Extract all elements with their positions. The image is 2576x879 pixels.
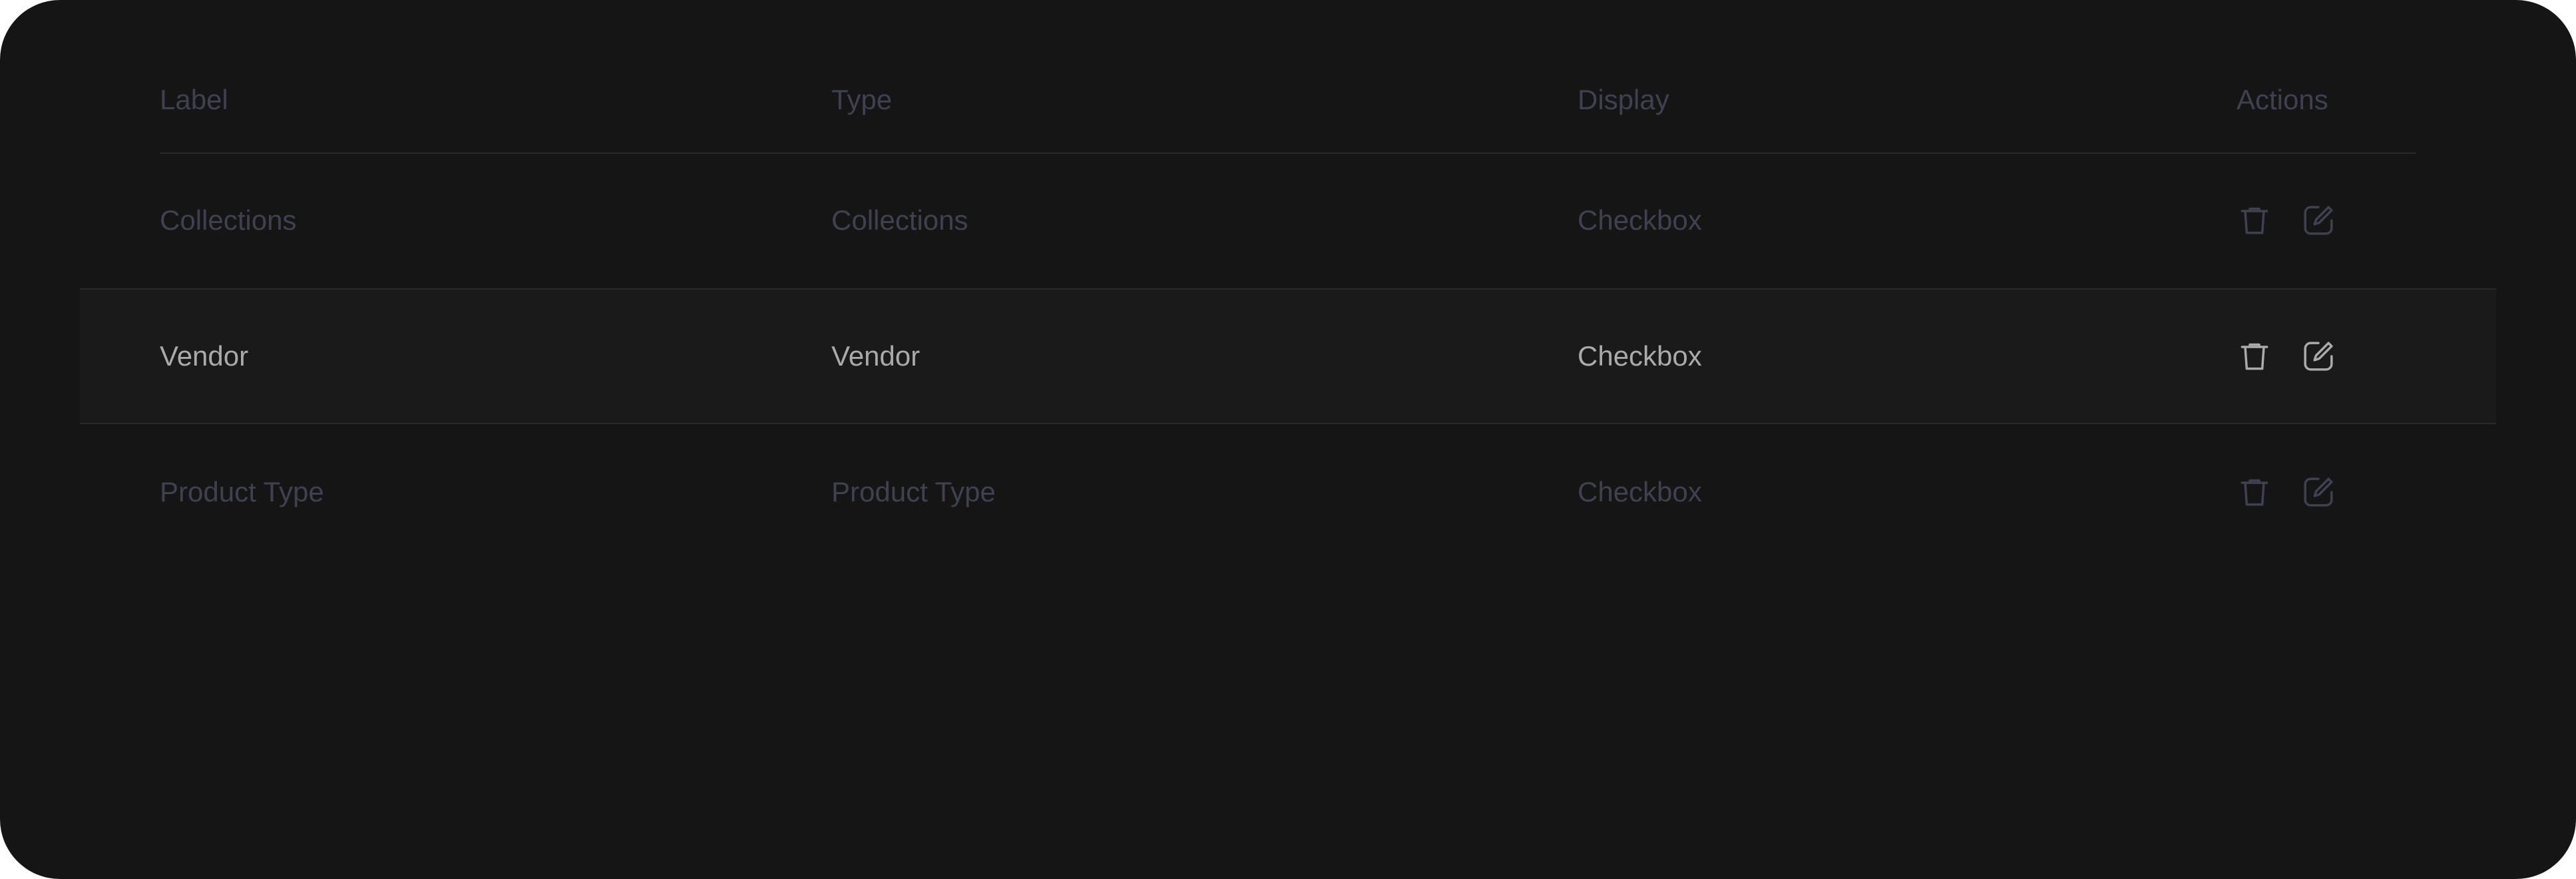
delete-button[interactable]: [2236, 473, 2273, 511]
table-row[interactable]: Product Type Product Type Checkbox: [80, 424, 2496, 560]
edit-button[interactable]: [2300, 338, 2337, 375]
edit-button[interactable]: [2300, 202, 2337, 239]
delete-button[interactable]: [2236, 202, 2273, 239]
edit-icon: [2304, 342, 2333, 371]
trash-icon: [2241, 343, 2268, 370]
row-type: Product Type: [831, 476, 996, 507]
table-row[interactable]: Collections Collections Checkbox: [80, 152, 2496, 288]
edit-icon: [2304, 477, 2333, 507]
column-header-type: Type: [831, 84, 893, 115]
row-actions: [2236, 338, 2337, 375]
row-actions: [2236, 202, 2337, 239]
fields-table-panel: Label Type Display Actions Collections C…: [0, 0, 2576, 879]
row-label: Vendor: [160, 340, 249, 372]
edit-icon: [2304, 206, 2333, 235]
column-header-actions: Actions: [2237, 84, 2328, 115]
row-actions: [2236, 473, 2337, 511]
trash-icon: [2241, 207, 2268, 234]
table-row[interactable]: Vendor Vendor Checkbox: [80, 288, 2496, 424]
trash-icon: [2241, 479, 2268, 506]
row-label: Collections: [160, 204, 297, 236]
column-header-label: Label: [160, 84, 228, 115]
column-header-display: Display: [1578, 84, 1669, 115]
table-header: Label Type Display Actions: [160, 0, 2416, 154]
row-label: Product Type: [160, 476, 324, 507]
edit-button[interactable]: [2300, 473, 2337, 511]
row-display: Checkbox: [1578, 476, 1702, 507]
delete-button[interactable]: [2236, 338, 2273, 375]
row-type: Collections: [831, 204, 968, 236]
row-display: Checkbox: [1578, 340, 1702, 372]
row-display: Checkbox: [1578, 204, 1702, 236]
row-type: Vendor: [831, 340, 921, 372]
